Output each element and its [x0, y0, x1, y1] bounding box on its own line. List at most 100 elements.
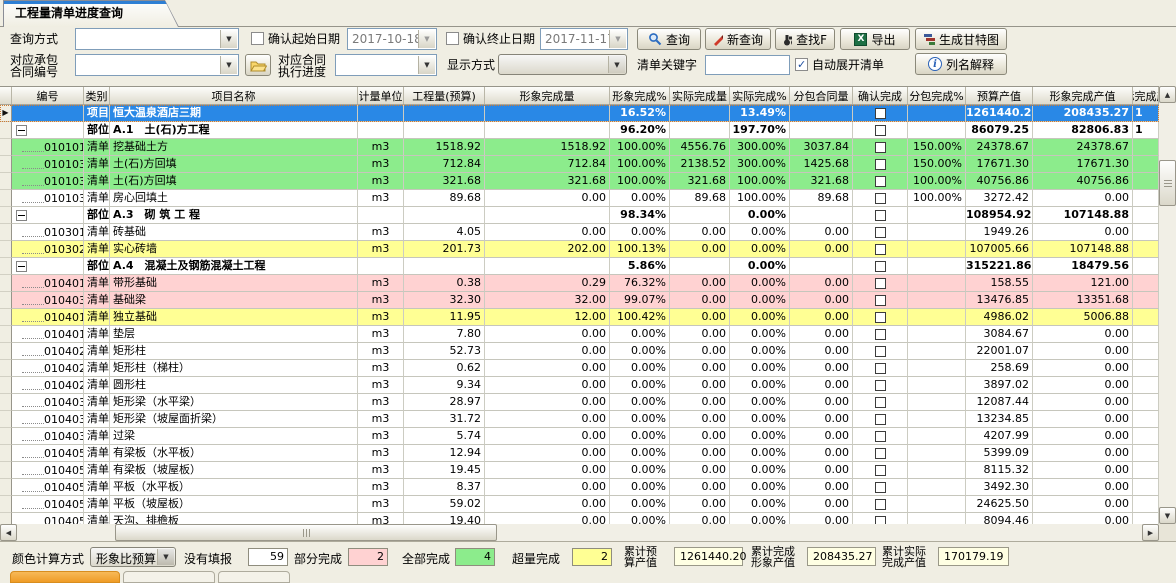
- cell-qty_budget[interactable]: [404, 122, 485, 139]
- table-row[interactable]: 010405清单天沟、排檐板m319.400.000.00%0.000.00%0…: [0, 513, 1159, 524]
- cell-act_pct[interactable]: 0.00%: [730, 224, 790, 241]
- cell-type[interactable]: 清单: [84, 343, 110, 360]
- cell-code[interactable]: 010302: [12, 241, 84, 258]
- column-header-sub_pct[interactable]: 分包完成%: [908, 87, 966, 104]
- confirm-checkbox[interactable]: [875, 414, 886, 425]
- cell-act_qty[interactable]: 0.00: [670, 241, 730, 258]
- cell-act_pct[interactable]: 0.00%: [730, 496, 790, 513]
- cell-budget_val[interactable]: 158.55: [966, 275, 1033, 292]
- cell-img_qty[interactable]: 0.29: [485, 275, 610, 292]
- cell-unit[interactable]: m3: [358, 411, 404, 428]
- scroll-down-button[interactable]: ▼: [1159, 507, 1176, 524]
- confirm-checkbox[interactable]: [875, 125, 886, 136]
- cell-sub_qty[interactable]: 0.00: [790, 292, 853, 309]
- cell-budget_val[interactable]: 13476.85: [966, 292, 1033, 309]
- cell-unit[interactable]: m3: [358, 394, 404, 411]
- cell-budget_val[interactable]: 258.69: [966, 360, 1033, 377]
- cell-img_pct[interactable]: 0.00%: [610, 326, 670, 343]
- cell-sub_pct[interactable]: [908, 496, 966, 513]
- cell-img_qty[interactable]: 12.00: [485, 309, 610, 326]
- cell-act_val[interactable]: [1133, 394, 1159, 411]
- cell-confirm[interactable]: [853, 241, 908, 258]
- column-header-img_val[interactable]: 形象完成产值: [1033, 87, 1133, 104]
- cell-code[interactable]: 010103: [12, 156, 84, 173]
- cell-type[interactable]: 清单: [84, 377, 110, 394]
- cell-confirm[interactable]: [853, 122, 908, 139]
- chevron-down-icon[interactable]: ▼: [220, 30, 237, 48]
- confirm-checkbox[interactable]: [875, 142, 886, 153]
- cell-img_pct[interactable]: 0.00%: [610, 462, 670, 479]
- column-header-type[interactable]: 类别: [84, 87, 110, 104]
- cell-sub_qty[interactable]: 0.00: [790, 343, 853, 360]
- cell-img_val[interactable]: 82806.83: [1033, 122, 1133, 139]
- cell-act_val[interactable]: 1: [1133, 122, 1159, 139]
- cell-act_pct[interactable]: 197.70%: [730, 122, 790, 139]
- cell-name[interactable]: 矩形柱（梯柱）: [110, 360, 358, 377]
- cell-type[interactable]: 清单: [84, 394, 110, 411]
- cell-code[interactable]: 010101: [12, 139, 84, 156]
- cell-qty_budget[interactable]: [404, 105, 485, 122]
- cell-img_val[interactable]: 0.00: [1033, 411, 1133, 428]
- cell-confirm[interactable]: [853, 224, 908, 241]
- cell-sub_qty[interactable]: 0.00: [790, 394, 853, 411]
- cell-sub_qty[interactable]: [790, 122, 853, 139]
- cell-confirm[interactable]: [853, 326, 908, 343]
- cell-act_pct[interactable]: 0.00%: [730, 343, 790, 360]
- cell-name[interactable]: 有梁板（坡屋板）: [110, 462, 358, 479]
- cell-type[interactable]: 清单: [84, 224, 110, 241]
- cell-sub_qty[interactable]: 0.00: [790, 360, 853, 377]
- cell-sub_qty[interactable]: 0.00: [790, 275, 853, 292]
- cell-code[interactable]: 010301: [12, 224, 84, 241]
- scroll-right-button[interactable]: ▶: [1142, 524, 1159, 541]
- column-header-code[interactable]: 编号: [12, 87, 84, 104]
- cell-confirm[interactable]: [853, 377, 908, 394]
- cell-sub_pct[interactable]: [908, 479, 966, 496]
- confirm-checkbox[interactable]: [875, 176, 886, 187]
- cell-name[interactable]: 有梁板（水平板）: [110, 445, 358, 462]
- cell-img_qty[interactable]: 1518.92: [485, 139, 610, 156]
- table-row[interactable]: 010403清单矩形梁（水平梁）m328.970.000.00%0.000.00…: [0, 394, 1159, 411]
- cell-qty_budget[interactable]: 12.94: [404, 445, 485, 462]
- cell-img_val[interactable]: 107148.88: [1033, 241, 1133, 258]
- cell-unit[interactable]: m3: [358, 445, 404, 462]
- cell-unit[interactable]: [358, 258, 404, 275]
- cell-img_qty[interactable]: 0.00: [485, 479, 610, 496]
- cell-budget_val[interactable]: 86079.25: [966, 122, 1033, 139]
- confirm-checkbox[interactable]: [875, 261, 886, 272]
- table-row[interactable]: 部位A.4 混凝土及钢筋混凝土工程5.86%0.00%315221.861847…: [0, 258, 1159, 275]
- cell-code[interactable]: [12, 122, 84, 139]
- cell-sub_pct[interactable]: [908, 122, 966, 139]
- cell-type[interactable]: 清单: [84, 292, 110, 309]
- cell-act_pct[interactable]: 0.00%: [730, 360, 790, 377]
- row-indicator[interactable]: [0, 513, 12, 524]
- cell-sub_pct[interactable]: [908, 377, 966, 394]
- confirm-checkbox[interactable]: [875, 312, 886, 323]
- cell-img_pct[interactable]: 0.00%: [610, 411, 670, 428]
- cell-code[interactable]: 010405: [12, 513, 84, 524]
- cell-img_val[interactable]: 0.00: [1033, 496, 1133, 513]
- cell-confirm[interactable]: [853, 343, 908, 360]
- cell-confirm[interactable]: [853, 462, 908, 479]
- cell-name[interactable]: 独立基础: [110, 309, 358, 326]
- row-indicator[interactable]: [0, 428, 12, 445]
- cell-budget_val[interactable]: 8094.46: [966, 513, 1033, 524]
- cell-qty_budget[interactable]: 1518.92: [404, 139, 485, 156]
- row-indicator[interactable]: [0, 292, 12, 309]
- cell-sub_pct[interactable]: [908, 241, 966, 258]
- cell-confirm[interactable]: [853, 105, 908, 122]
- cell-act_val[interactable]: [1133, 360, 1159, 377]
- cell-img_qty[interactable]: 0.00: [485, 428, 610, 445]
- column-header-budget_val[interactable]: 预算产值: [966, 87, 1033, 104]
- cell-act_val[interactable]: [1133, 139, 1159, 156]
- cell-act_qty[interactable]: [670, 122, 730, 139]
- query-mode-combobox[interactable]: ▼: [75, 28, 239, 50]
- browse-folder-button[interactable]: [245, 54, 271, 76]
- cell-qty_budget[interactable]: 32.30: [404, 292, 485, 309]
- cell-unit[interactable]: m3: [358, 513, 404, 524]
- table-row[interactable]: ▶项目恒大温泉酒店三期16.52%13.49%1261440.2208435.2…: [0, 105, 1159, 122]
- cell-act_pct[interactable]: 0.00%: [730, 292, 790, 309]
- cell-code[interactable]: 010405: [12, 462, 84, 479]
- column-header-sub_qty[interactable]: 分包合同量: [790, 87, 853, 104]
- chevron-down-icon[interactable]: ▼: [157, 549, 174, 565]
- cell-act_val[interactable]: [1133, 207, 1159, 224]
